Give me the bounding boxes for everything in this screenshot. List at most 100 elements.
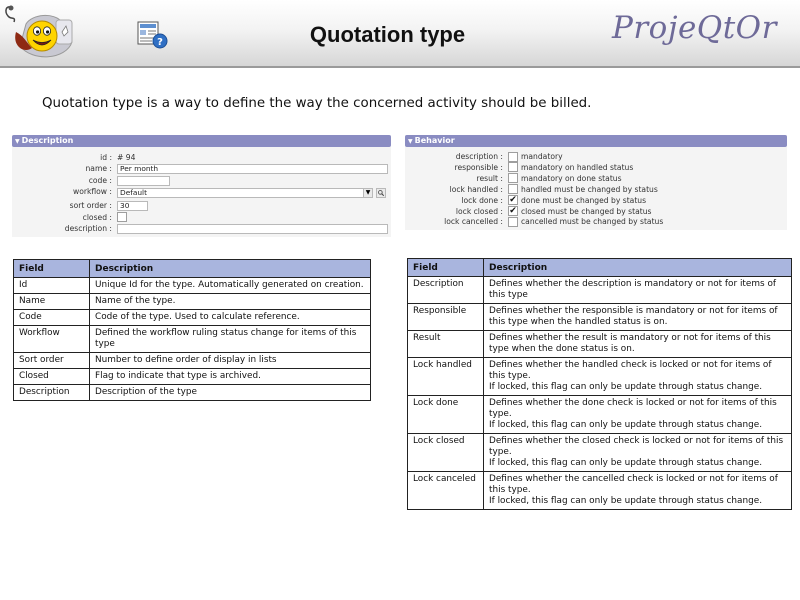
- behavior-option-text: mandatory: [521, 152, 563, 161]
- field-cell: Description: [13, 384, 90, 401]
- closed-checkbox[interactable]: [117, 212, 127, 222]
- behavior-checkbox[interactable]: [508, 216, 518, 227]
- id-value: # 94: [117, 153, 136, 162]
- table-row: Lock canceled Defines whether the cancell…: [407, 471, 792, 510]
- behavior-option-text: mandatory on done status: [521, 173, 622, 183]
- description-text: Description of the type: [95, 387, 197, 397]
- behavior-checkbox[interactable]: [508, 151, 518, 162]
- description-text: Defines whether the done check is locked…: [489, 398, 777, 419]
- column-header-description: Description: [89, 259, 371, 278]
- behavior-checkbox[interactable]: [508, 184, 518, 195]
- help-document-icon[interactable]: ?: [136, 20, 170, 50]
- description-text: Unique Id for the type. Automatically ge…: [95, 280, 364, 290]
- search-icon[interactable]: [376, 188, 386, 198]
- table-row: Description Defines whether the descripti…: [407, 276, 792, 304]
- description-text: Defined the workflow ruling status chang…: [95, 328, 357, 349]
- description-cell: Code of the type. Used to calculate refe…: [89, 309, 371, 326]
- behavior-label: description :: [455, 152, 503, 161]
- table-row: Lock handled Defines whether the handled …: [407, 357, 792, 396]
- sort-order-field[interactable]: 30: [117, 201, 148, 211]
- behavior-checkbox[interactable]: ✔: [508, 195, 518, 206]
- table-row: Sort order Number to define order of disp…: [13, 352, 371, 369]
- name-label: name :: [85, 164, 112, 173]
- field-cell: Lock canceled: [407, 471, 484, 510]
- table-row: Lock done Defines whether the done check …: [407, 395, 792, 434]
- table-row: Responsible Defines whether the responsib…: [407, 303, 792, 331]
- behavior-option-text: mandatory on handled status: [521, 162, 634, 172]
- checkmark-icon: ✔: [509, 206, 517, 216]
- field-cell: Lock done: [407, 395, 484, 434]
- behavior-panel-header[interactable]: ▼ Behavior: [405, 135, 787, 147]
- field-cell: Code: [13, 309, 90, 326]
- description-field[interactable]: [117, 224, 388, 234]
- field-cell: Lock handled: [407, 357, 484, 396]
- description-cell: Name of the type.: [89, 293, 371, 310]
- workflow-label: workflow :: [73, 187, 112, 196]
- behavior-label: lock closed :: [455, 206, 503, 216]
- behavior-option-text: closed must be changed by status: [521, 206, 652, 216]
- description-cell: Unique Id for the type. Automatically ge…: [89, 277, 371, 294]
- behavior-checkbox[interactable]: ✔: [508, 206, 518, 216]
- description-cell: Number to define order of display in lis…: [89, 352, 371, 369]
- description-cell: Flag to indicate that type is archived.: [89, 368, 371, 385]
- description-text: Flag to indicate that type is archived.: [95, 371, 261, 381]
- description-cell: Defines whether the cancelled check is l…: [483, 471, 792, 510]
- table-row: Code Code of the type. Used to calculate …: [13, 309, 371, 326]
- description-text: Defines whether the result is mandatory …: [489, 333, 771, 354]
- behavior-panel: ▼ Behavior description : mandatory responsi…: [405, 135, 787, 230]
- description-text: Defines whether the responsible is manda…: [489, 306, 778, 327]
- field-cell: Workflow: [13, 325, 90, 353]
- field-cell: Responsible: [407, 303, 484, 331]
- dropdown-arrow-icon[interactable]: ▼: [363, 188, 373, 198]
- table-row: Workflow Defined the workflow ruling stat…: [13, 325, 371, 353]
- description-panel-header[interactable]: ▼ Description: [12, 135, 391, 147]
- intro-text: Quotation type is a way to define the wa…: [42, 96, 592, 111]
- brand-logo-text: ProjeQtOr: [612, 10, 777, 46]
- behavior-checkbox[interactable]: [508, 173, 518, 184]
- description-cell: Defined the workflow ruling status chang…: [89, 325, 371, 353]
- svg-text:?: ?: [157, 37, 163, 48]
- description-text: Name of the type.: [95, 296, 176, 306]
- description-cell: Defines whether the done check is locked…: [483, 395, 792, 434]
- lock-note-text: If locked, this flag can only be update …: [489, 496, 763, 506]
- description-panel: ▼ Description id : # 94 name : Per month …: [12, 135, 391, 237]
- behavior-label: lock done :: [461, 195, 503, 205]
- smiley-logo-icon: [5, 5, 73, 58]
- lock-note-text: If locked, this flag can only be update …: [489, 458, 763, 468]
- behavior-label: responsible :: [454, 162, 503, 172]
- lock-note-text: If locked, this flag can only be update …: [489, 382, 763, 392]
- description-text: Defines whether the handled check is loc…: [489, 360, 772, 381]
- field-cell: Lock closed: [407, 433, 484, 472]
- behavior-panel-title: Behavior: [414, 136, 455, 145]
- table-row: Lock closed Defines whether the closed ch…: [407, 433, 792, 472]
- description-text: Number to define order of display in lis…: [95, 355, 277, 365]
- name-field[interactable]: Per month: [117, 164, 388, 174]
- id-label: id :: [100, 153, 112, 162]
- description-cell: Defines whether the description is manda…: [483, 276, 792, 304]
- behavior-label: result :: [476, 173, 503, 183]
- collapse-triangle-icon: ▼: [15, 138, 20, 145]
- workflow-select[interactable]: Default: [117, 188, 373, 198]
- code-label: code :: [88, 176, 112, 185]
- description-cell: Defines whether the result is mandatory …: [483, 330, 792, 358]
- field-cell: Closed: [13, 368, 90, 385]
- page-header: ? Quotation type ProjeQtOr: [0, 0, 800, 68]
- table-row: Result Defines whether the result is mand…: [407, 330, 792, 358]
- description-text: Defines whether the description is manda…: [489, 279, 776, 300]
- column-header-description: Description: [483, 258, 792, 277]
- behavior-checkbox[interactable]: [508, 162, 518, 173]
- description-panel-title: Description: [21, 136, 74, 145]
- description-text: Defines whether the cancelled check is l…: [489, 474, 778, 495]
- field-cell: Id: [13, 277, 90, 294]
- column-header-field: Field: [13, 259, 90, 278]
- table-row: Name Name of the type.: [13, 293, 371, 310]
- description-label: description :: [64, 224, 112, 233]
- page-title: Quotation type: [309, 22, 466, 47]
- behavior-option-text: cancelled must be changed by status: [521, 217, 664, 227]
- field-cell: Sort order: [13, 352, 90, 369]
- description-cell: Description of the type: [89, 384, 371, 401]
- lock-note-text: If locked, this flag can only be update …: [489, 420, 763, 430]
- code-field[interactable]: [117, 176, 170, 186]
- behavior-option-text: done must be changed by status: [521, 195, 647, 205]
- sort-order-label: sort order :: [69, 201, 112, 210]
